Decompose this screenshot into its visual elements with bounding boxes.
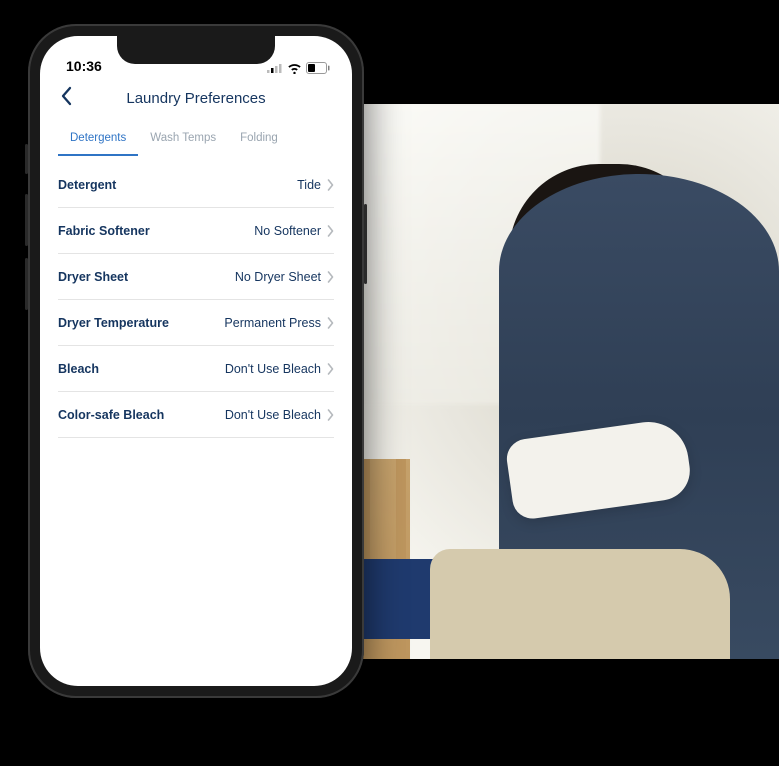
battery-icon: [306, 62, 330, 74]
status-time: 10:36: [66, 58, 102, 74]
signal-icon: [267, 63, 283, 73]
row-label: Bleach: [58, 362, 99, 376]
page-title: Laundry Preferences: [126, 90, 265, 107]
wifi-icon: [287, 63, 302, 74]
chevron-right-icon: [327, 179, 334, 191]
row-label: Dryer Sheet: [58, 270, 128, 284]
row-value: No Dryer Sheet: [235, 270, 321, 284]
row-value: No Softener: [254, 224, 321, 238]
row-value: Don't Use Bleach: [225, 362, 321, 376]
row-fabric-softener[interactable]: Fabric Softener No Softener: [58, 208, 334, 254]
tab-detergents[interactable]: Detergents: [58, 124, 138, 156]
row-label: Detergent: [58, 178, 116, 192]
tabs: Detergents Wash Temps Folding: [40, 124, 352, 156]
phone-volume-down: [25, 258, 28, 310]
row-color-safe-bleach[interactable]: Color-safe Bleach Don't Use Bleach: [58, 392, 334, 438]
status-right: [267, 62, 330, 74]
chevron-left-icon: [60, 86, 72, 111]
chevron-right-icon: [327, 409, 334, 421]
photo-cloth-tan: [430, 549, 730, 659]
phone-mute-switch: [25, 144, 28, 174]
row-label: Fabric Softener: [58, 224, 150, 238]
tab-wash-temps[interactable]: Wash Temps: [138, 124, 228, 156]
back-button[interactable]: [54, 86, 78, 110]
chevron-right-icon: [327, 271, 334, 283]
row-bleach[interactable]: Bleach Don't Use Bleach: [58, 346, 334, 392]
chevron-right-icon: [327, 317, 334, 329]
row-value: Permanent Press: [224, 316, 321, 330]
phone-volume-up: [25, 194, 28, 246]
row-value: Tide: [297, 178, 321, 192]
phone-notch: [117, 36, 275, 64]
row-detergent[interactable]: Detergent Tide: [58, 162, 334, 208]
settings-list: Detergent Tide Fabric Softener No Soften…: [40, 156, 352, 438]
row-dryer-sheet[interactable]: Dryer Sheet No Dryer Sheet: [58, 254, 334, 300]
row-label: Dryer Temperature: [58, 316, 169, 330]
chevron-right-icon: [327, 363, 334, 375]
phone-frame: 10:36 Laundry Preferences: [28, 24, 364, 698]
nav-header: Laundry Preferences: [40, 76, 352, 120]
chevron-right-icon: [327, 225, 334, 237]
row-label: Color-safe Bleach: [58, 408, 164, 422]
row-dryer-temperature[interactable]: Dryer Temperature Permanent Press: [58, 300, 334, 346]
tab-folding[interactable]: Folding: [228, 124, 290, 156]
phone-power-button: [364, 204, 367, 284]
row-value: Don't Use Bleach: [225, 408, 321, 422]
phone-screen: 10:36 Laundry Preferences: [40, 36, 352, 686]
